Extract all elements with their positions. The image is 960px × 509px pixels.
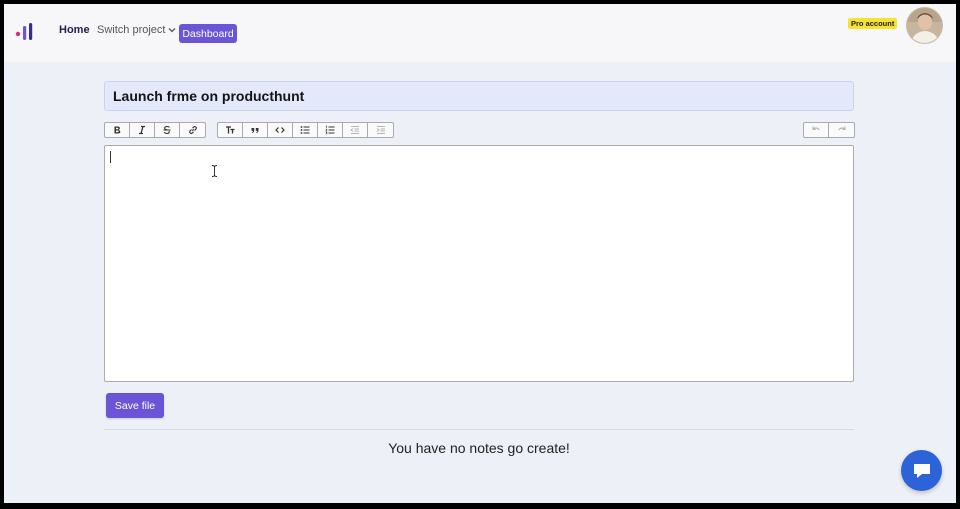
chat-button[interactable] — [901, 450, 942, 491]
heading-button[interactable] — [218, 123, 243, 137]
italic-icon — [139, 125, 145, 135]
code-button[interactable] — [268, 123, 293, 137]
bold-icon — [114, 126, 121, 134]
link-button[interactable] — [180, 123, 205, 137]
pro-account-badge: Pro account — [848, 18, 898, 29]
strikethrough-button[interactable] — [155, 123, 180, 137]
bold-button[interactable] — [105, 123, 130, 137]
dashboard-button[interactable]: Dashboard — [179, 24, 237, 43]
chevron-down-icon — [169, 28, 176, 33]
top-navbar: Home Switch project Dashboard Pro accoun… — [4, 4, 956, 62]
note-title-input[interactable] — [104, 81, 854, 111]
bullet-list-icon — [300, 126, 310, 134]
nav-home-link[interactable]: Home — [59, 24, 90, 36]
logo-icon[interactable] — [15, 21, 37, 43]
quote-icon — [251, 128, 259, 133]
text-caret — [110, 151, 111, 163]
code-icon — [275, 127, 285, 133]
divider — [104, 429, 854, 430]
heading-icon — [226, 126, 235, 134]
format-toolbar-group — [104, 122, 206, 138]
italic-button[interactable] — [130, 123, 155, 137]
block-toolbar-group — [217, 122, 394, 138]
indent-icon — [376, 126, 385, 134]
indent-button[interactable] — [368, 123, 393, 137]
text-cursor-icon — [211, 165, 218, 177]
empty-notes-message: You have no notes go create! — [388, 440, 570, 456]
switch-project-dropdown[interactable]: Switch project — [97, 24, 176, 36]
undo-button[interactable] — [804, 123, 829, 137]
app-frame: Home Switch project Dashboard Pro accoun… — [4, 4, 956, 503]
redo-button[interactable] — [829, 123, 854, 137]
strikethrough-icon — [163, 125, 171, 135]
switch-project-label: Switch project — [97, 24, 166, 36]
numbered-list-button[interactable] — [318, 123, 343, 137]
quote-button[interactable] — [243, 123, 268, 137]
save-file-button[interactable]: Save file — [106, 393, 164, 418]
outdent-button[interactable] — [343, 123, 368, 137]
link-icon — [188, 125, 197, 135]
bullet-list-button[interactable] — [293, 123, 318, 137]
rich-text-editor[interactable] — [104, 145, 854, 382]
history-toolbar-group — [803, 122, 855, 138]
numbered-list-icon — [325, 125, 335, 135]
user-avatar[interactable] — [907, 8, 942, 43]
undo-icon — [812, 126, 820, 131]
redo-icon — [837, 126, 846, 131]
avatar-photo — [907, 8, 942, 43]
outdent-icon — [350, 126, 359, 134]
chat-bubble-icon — [913, 463, 930, 478]
